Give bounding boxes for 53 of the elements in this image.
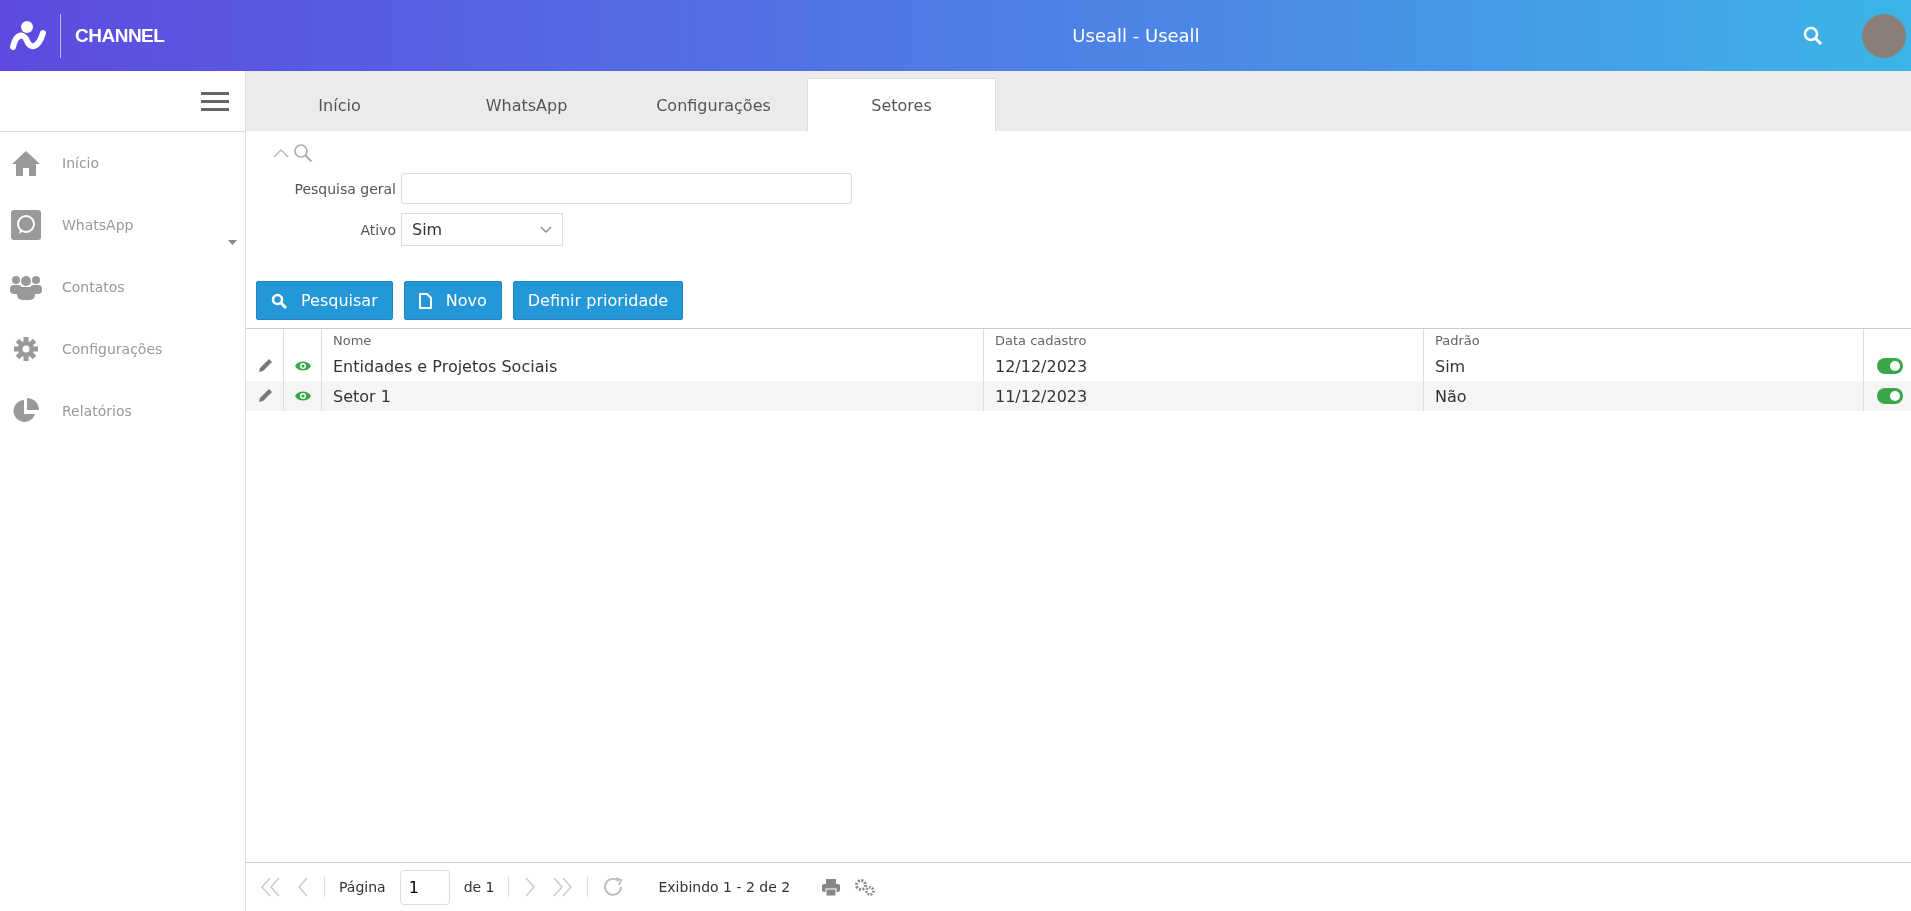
printer-icon[interactable] <box>822 878 841 896</box>
action-button[interactable]: Pesquisar <box>256 281 393 320</box>
page-label: Página <box>339 879 386 895</box>
field-label: Ativo <box>359 221 396 238</box>
logo-mark-icon <box>10 18 46 53</box>
page-count: de 1 <box>463 879 495 895</box>
pie-chart-icon <box>10 397 42 425</box>
collapse-icon[interactable] <box>273 148 289 158</box>
eye-icon[interactable] <box>293 390 312 402</box>
refresh-icon[interactable] <box>602 876 625 898</box>
search-icon[interactable] <box>1802 24 1824 47</box>
column-header: Data cadastro <box>984 329 1424 351</box>
action-button[interactable]: Definir prioridade <box>512 281 684 320</box>
sidebar-item[interactable]: Contatos <box>0 256 245 318</box>
logo-text: CHANNEL <box>75 24 165 47</box>
table-cell: 11/12/2023 <box>984 381 1424 411</box>
settings-icon[interactable] <box>854 878 877 896</box>
home-icon <box>10 149 42 177</box>
toggle-switch[interactable] <box>1877 388 1903 404</box>
chevron-down-icon <box>540 226 552 233</box>
sidebar-item[interactable]: Início <box>0 132 245 194</box>
table-cell: Setor 1 <box>322 381 984 411</box>
page-field[interactable]: 1 <box>399 869 450 905</box>
sidebar-item[interactable]: Relatórios <box>0 380 245 442</box>
search-field[interactable] <box>401 173 852 204</box>
column-header: Nome <box>322 329 984 351</box>
column-header: Padrão <box>1424 329 1864 351</box>
tab[interactable]: Setores <box>807 78 996 131</box>
next-page-icon[interactable] <box>523 877 538 897</box>
last-page-icon[interactable] <box>551 877 574 897</box>
field-label: Pesquisa geral <box>293 180 396 197</box>
search-icon <box>271 292 287 309</box>
action-button[interactable]: Novo <box>403 281 502 320</box>
record-summary: Exibindo 1 - 2 de 2 <box>658 879 791 895</box>
toggle-switch[interactable] <box>1877 358 1903 374</box>
tab[interactable]: WhatsApp <box>433 79 620 131</box>
eye-icon[interactable] <box>293 360 312 372</box>
first-page-icon[interactable] <box>260 877 282 897</box>
document-icon <box>418 292 432 309</box>
sidebar-item[interactable]: Configurações <box>0 318 245 380</box>
window-title: Useall - Useall <box>1071 25 1201 46</box>
tab[interactable]: Início <box>246 79 433 131</box>
sidebar-item[interactable]: WhatsApp <box>0 194 245 256</box>
caret-icon <box>228 240 237 245</box>
search-icon[interactable] <box>293 143 313 163</box>
avatar[interactable] <box>1862 13 1906 58</box>
table-cell: Não <box>1424 381 1864 411</box>
tab[interactable]: Configurações <box>620 79 807 131</box>
previous-page-icon[interactable] <box>296 877 310 897</box>
people-icon <box>10 273 42 301</box>
menu-icon[interactable] <box>201 91 229 111</box>
chat-bubble-icon <box>10 210 42 240</box>
active-dropdown[interactable]: Sim <box>401 213 563 246</box>
